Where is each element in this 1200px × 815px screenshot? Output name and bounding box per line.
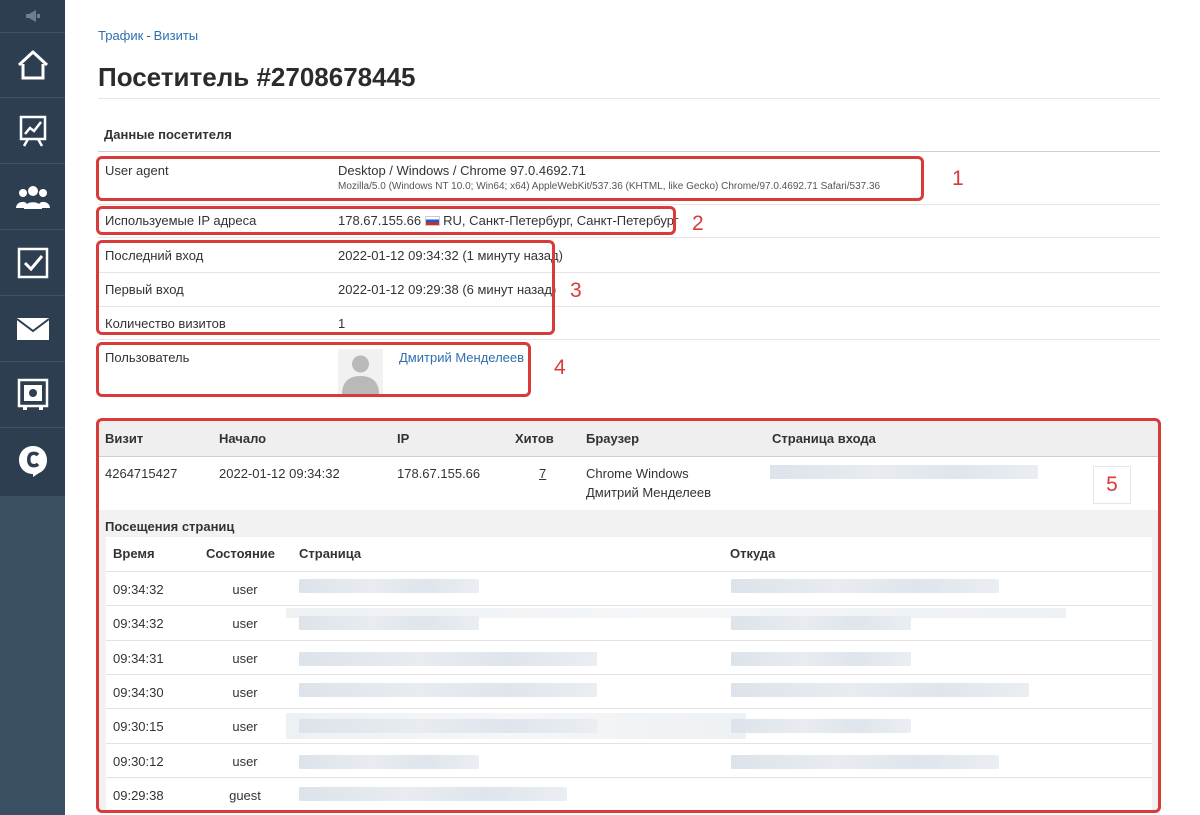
visitor-section-title: Данные посетителя [104,127,232,142]
sidebar-item-home[interactable] [0,32,65,98]
sidebar [0,0,65,815]
sidebar-item-chat[interactable] [0,428,65,494]
chart-icon [19,115,46,147]
annotation-box-4 [96,342,531,397]
users-icon [15,185,50,209]
megaphone-icon[interactable] [0,0,65,32]
annotation-box-3 [96,240,555,335]
annotation-number: 3 [570,279,582,302]
sidebar-footer [0,496,65,815]
breadcrumb: Трафик - Визиты [98,28,198,43]
breadcrumb-separator: - [146,28,151,43]
divider [98,237,1160,238]
mail-icon [15,317,50,340]
divider [98,151,1160,152]
sidebar-item-tasks[interactable] [0,230,65,296]
title-divider [98,98,1160,99]
safe-icon [17,378,48,410]
annotation-box-1 [96,156,924,201]
chat-c-icon [18,446,47,477]
home-icon [17,50,48,80]
divider [98,339,1160,340]
annotation-number: 1 [952,167,964,190]
divider [98,204,1160,205]
sidebar-item-users[interactable] [0,164,65,230]
page-title: Посетитель #2708678445 [98,62,416,92]
annotation-box-5 [96,418,1161,813]
breadcrumb-visits[interactable]: Визиты [154,28,198,43]
breadcrumb-traffic[interactable]: Трафик [98,28,143,43]
sidebar-item-backup[interactable] [0,362,65,428]
annotation-number: 2 [692,212,704,235]
annotation-number: 4 [554,356,566,379]
checkbox-icon [17,247,48,278]
sidebar-item-mail[interactable] [0,296,65,362]
annotation-box-2 [96,206,676,235]
sidebar-item-stats[interactable] [0,98,65,164]
